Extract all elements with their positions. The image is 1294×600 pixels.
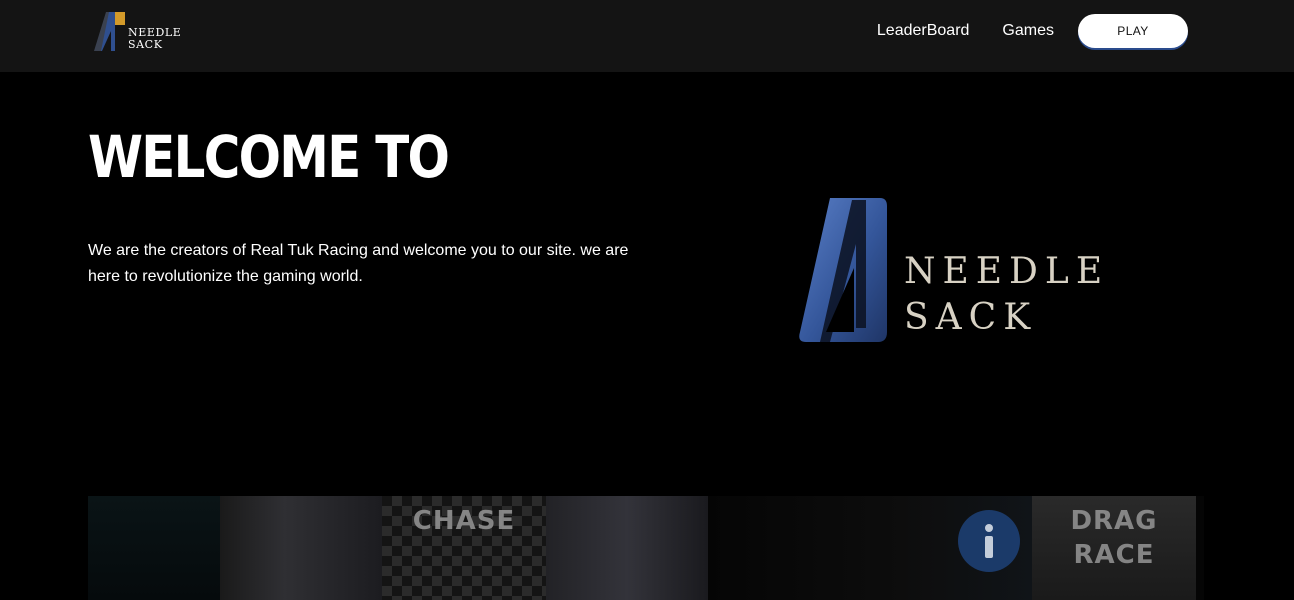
logo-word-needle: NEEDLE [128, 26, 182, 39]
game-tile-blurred-middle[interactable] [546, 496, 708, 600]
hero-logo-word-sack: SACK [904, 297, 1038, 338]
hero-logo: NEEDLE SACK [796, 196, 1102, 346]
play-button[interactable]: PLAY [1078, 14, 1188, 48]
info-icon[interactable] [958, 510, 1020, 572]
game-tile-blurred-left[interactable] [220, 496, 382, 600]
game-tile-drag-race[interactable]: DRAG RACE [1032, 496, 1196, 600]
needle-sack-emblem-icon [799, 198, 887, 342]
game-tile-dark[interactable] [88, 496, 220, 600]
hero-title: WELCOME TO [88, 123, 450, 191]
brand-logo[interactable]: NEEDLE SACK [92, 11, 192, 55]
nav-link-games[interactable]: Games [1002, 22, 1054, 40]
navbar: NEEDLE SACK LeaderBoard Games PLAY [0, 0, 1294, 72]
logo-word-sack: SACK [128, 38, 163, 51]
nav-links: LeaderBoard Games PLAY [877, 13, 1188, 49]
games-carousel[interactable]: CHASE DRAG RACE [88, 496, 1204, 600]
nav-link-leaderboard[interactable]: LeaderBoard [877, 22, 970, 40]
hero-description: We are the creators of Real Tuk Racing a… [88, 242, 629, 285]
hero-logo-word-needle: NEEDLE [904, 251, 1110, 292]
game-tile-chase-label: CHASE [412, 506, 516, 536]
needle-sack-logo-icon [94, 12, 125, 51]
game-tile-chase[interactable]: CHASE [382, 496, 546, 600]
game-tile-drag-race-label: DRAG RACE [1070, 506, 1158, 570]
